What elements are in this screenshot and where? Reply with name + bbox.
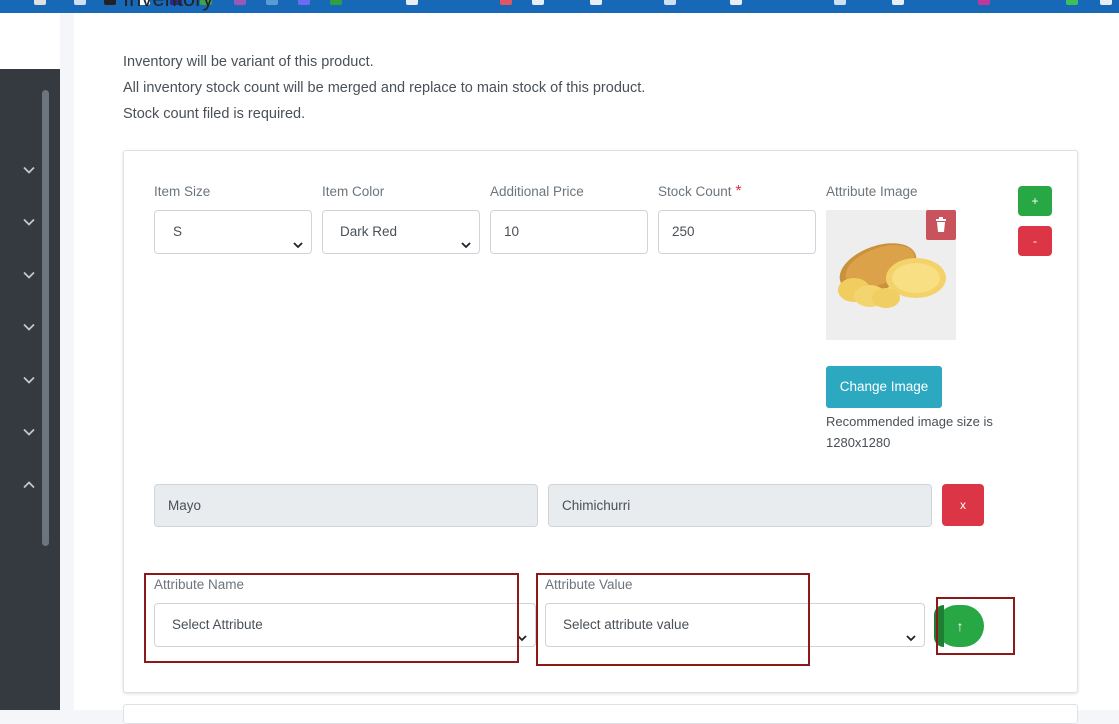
attribute-name-value: Mayo [168, 498, 202, 513]
chevron-down-icon [292, 226, 304, 249]
bookmark-icon[interactable] [978, 0, 990, 5]
bookmark-icon[interactable] [1100, 0, 1112, 5]
chevron-down-icon[interactable] [21, 162, 37, 178]
delete-image-button[interactable] [926, 210, 956, 240]
button-shadow [934, 605, 944, 647]
chevron-down-icon[interactable] [21, 267, 37, 283]
attribute-name-select[interactable]: Select Attribute [154, 603, 536, 647]
page-title: Inventory [123, 0, 214, 14]
bookmark-icon[interactable] [892, 0, 904, 5]
attribute-name-placeholder: Select Attribute [172, 617, 263, 632]
chevron-down-icon[interactable] [21, 424, 37, 440]
required-mark: * [735, 183, 742, 200]
attribute-value-value: Chimichurri [562, 498, 631, 513]
item-size-value: S [173, 224, 183, 239]
info-note: Inventory will be variant of this produc… [123, 54, 374, 70]
additional-price-value: 10 [504, 224, 520, 239]
additional-price-input[interactable]: 10 [490, 210, 648, 254]
attribute-image-label: Attribute Image [826, 184, 918, 199]
item-color-select[interactable]: Dark Red [322, 210, 480, 254]
arrow-up-icon: ↑ [956, 618, 964, 634]
additional-price-label: Additional Price [490, 184, 584, 199]
chevron-down-icon[interactable] [21, 372, 37, 388]
item-size-label: Item Size [154, 184, 211, 199]
remove-row-button[interactable]: - [1018, 226, 1052, 256]
trash-icon [936, 217, 946, 232]
attribute-value-readonly: Chimichurri [548, 484, 932, 527]
chevron-down-icon [905, 619, 917, 642]
attribute-value-placeholder: Select attribute value [563, 617, 690, 632]
chevron-down-icon [460, 226, 472, 249]
bookmark-icon[interactable] [74, 0, 86, 5]
bookmark-icon[interactable] [266, 0, 278, 5]
info-note: Stock count filed is required. [123, 106, 306, 122]
image-size-hint: Recommended image size is 1280x1280 [826, 414, 993, 450]
bookmark-icon[interactable] [406, 0, 418, 5]
sidebar-brand-area [0, 13, 60, 69]
add-attribute-button[interactable]: ↑ [934, 605, 984, 647]
attribute-value-label: Attribute Value [545, 577, 633, 592]
bookmark-icon[interactable] [664, 0, 676, 5]
inventory-card-next [123, 704, 1078, 724]
change-image-button[interactable]: Change Image [826, 366, 942, 408]
bookmark-icon[interactable] [730, 0, 742, 5]
bookmark-icon[interactable] [298, 0, 310, 5]
attribute-name-label: Attribute Name [154, 577, 245, 592]
item-color-label: Item Color [322, 184, 385, 199]
sidebar-scrollbar[interactable] [42, 90, 49, 546]
bookmark-icon[interactable] [234, 0, 246, 5]
chevron-up-icon[interactable] [21, 477, 37, 493]
item-size-select[interactable]: S [154, 210, 312, 254]
bookmark-icon[interactable] [590, 0, 602, 5]
stock-count-value: 250 [672, 224, 695, 239]
chevron-down-icon [516, 619, 528, 642]
bookmark-icon[interactable] [532, 0, 544, 5]
bookmark-icon[interactable] [500, 0, 512, 5]
bookmark-icon[interactable] [834, 0, 846, 5]
remove-attribute-button[interactable]: x [942, 484, 984, 526]
item-color-value: Dark Red [340, 224, 398, 239]
bookmark-icon[interactable] [330, 0, 342, 5]
bookmark-icon[interactable] [1066, 0, 1078, 5]
attribute-name-readonly: Mayo [154, 484, 538, 527]
chevron-down-icon[interactable] [21, 319, 37, 335]
add-row-button[interactable]: + [1018, 186, 1052, 216]
bookmark-icon[interactable] [34, 0, 46, 5]
stock-count-input[interactable]: 250 [658, 210, 816, 254]
attribute-value-select[interactable]: Select attribute value [545, 603, 925, 647]
bookmark-icon[interactable] [104, 0, 116, 5]
stock-count-label-text: Stock Count [658, 184, 732, 199]
chevron-down-icon[interactable] [21, 214, 37, 230]
info-note: All inventory stock count will be merged… [123, 80, 646, 96]
sidebar [0, 69, 60, 710]
stock-count-label: Stock Count * [658, 184, 742, 200]
